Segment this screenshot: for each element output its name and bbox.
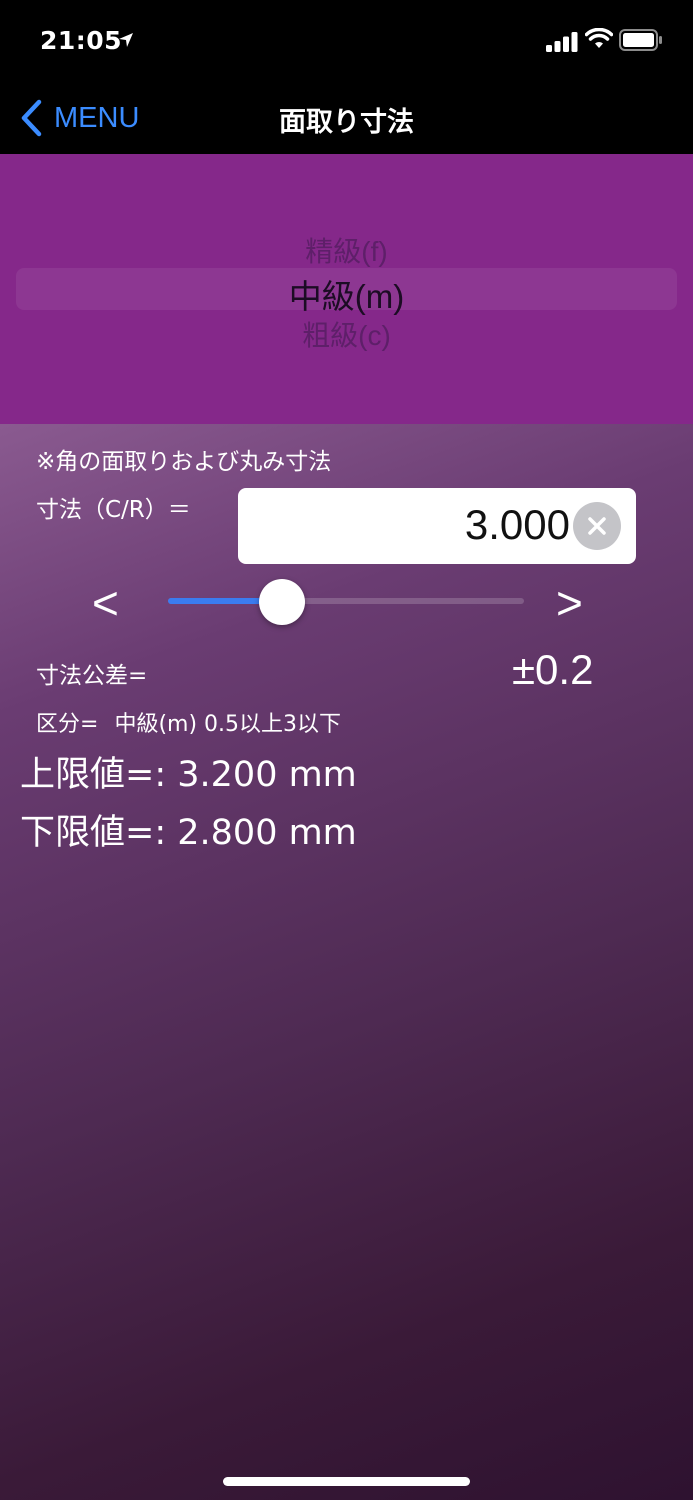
dimension-input[interactable] (250, 496, 570, 554)
page-title: 面取り寸法 (279, 107, 414, 138)
main-panel: ※角の面取りおよび丸み寸法 寸法（C/R）＝ < > 寸法公差= ±0.2 区分… (0, 424, 693, 1500)
class-line: 区分= 中級(m) 0.5以上3以下 (36, 706, 341, 738)
increment-button[interactable]: > (556, 576, 583, 630)
decrement-button[interactable]: < (92, 576, 119, 630)
dimension-label: 寸法（C/R）＝ (36, 497, 191, 523)
status-time: 21:05 (40, 26, 123, 55)
picker-item-medium[interactable]: 中級(m) (0, 270, 693, 318)
status-bar: 21:05 (0, 0, 693, 86)
class-value: 中級(m) 0.5以上3以下 (114, 712, 342, 737)
clear-icon[interactable] (573, 502, 621, 550)
battery-icon (619, 29, 662, 51)
note-text: ※角の面取りおよび丸み寸法 (36, 449, 332, 475)
tolerance-label: 寸法公差= (36, 663, 148, 689)
navigation-bar: MENU 面取り寸法 (0, 86, 693, 154)
slider-thumb[interactable] (258, 579, 305, 625)
dimension-slider[interactable] (168, 579, 524, 625)
upper-limit-value: 3.200 mm (177, 755, 357, 795)
home-indicator (223, 1477, 470, 1486)
upper-limit-label: 上限値=: (20, 755, 167, 795)
picker-item-coarse[interactable]: 粗級(c) (0, 314, 693, 354)
lower-limit-value: 2.800 mm (177, 813, 357, 853)
wifi-icon (585, 28, 613, 48)
signal-icon (546, 32, 578, 52)
dimension-field (238, 488, 636, 564)
grade-picker[interactable]: 精級(f) 中級(m) 粗級(c) (0, 154, 693, 424)
tolerance-value: ±0.2 (512, 646, 594, 693)
class-label: 区分= (36, 712, 99, 737)
lower-limit-label: 下限値=: (20, 813, 167, 853)
upper-limit-line: 上限値=: 3.200 mm (20, 746, 357, 797)
lower-limit-line: 下限値=: 2.800 mm (20, 804, 357, 855)
picker-item-fine[interactable]: 精級(f) (0, 230, 693, 270)
location-icon (119, 33, 133, 47)
